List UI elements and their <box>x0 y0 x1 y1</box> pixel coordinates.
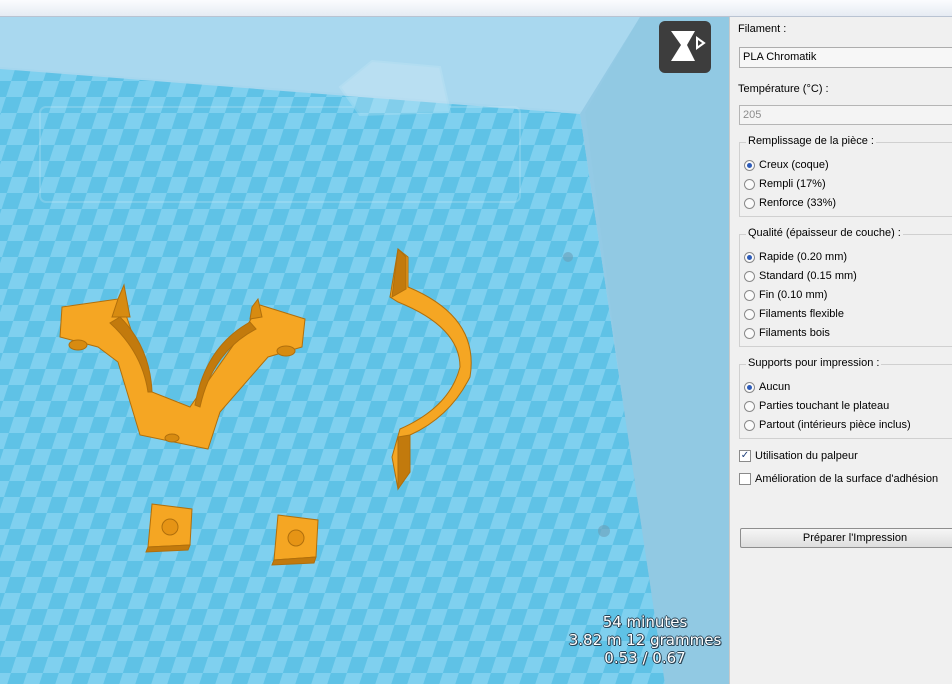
quality-option-flexible[interactable]: Filaments flexible <box>744 306 844 322</box>
radio-icon[interactable] <box>744 251 755 263</box>
part-nut-2 <box>271 514 319 566</box>
radio-icon[interactable] <box>744 381 755 393</box>
adhesion-checkbox-row[interactable]: Amélioration de la surface d'adhésion <box>739 471 938 487</box>
radio-icon[interactable] <box>744 400 755 412</box>
supports-option-everywhere[interactable]: Partout (intérieurs pièce inclus) <box>744 417 911 433</box>
adhesion-label: Amélioration de la surface d'adhésion <box>755 473 939 485</box>
app-logo-icon[interactable] <box>659 21 711 73</box>
radio-icon[interactable] <box>744 308 755 320</box>
quality-option-standard[interactable]: Standard (0.15 mm) <box>744 268 857 284</box>
probe-label: Utilisation du palpeur <box>755 450 858 462</box>
infill-option-hollow[interactable]: Creux (coque) <box>744 157 829 173</box>
radio-icon[interactable] <box>744 270 755 282</box>
filament-label: Filament : <box>738 23 787 35</box>
filament-select[interactable]: PLA Chromatik <box>739 47 952 68</box>
quality-option-wood[interactable]: Filaments bois <box>744 325 830 341</box>
window-title-bar <box>0 0 952 17</box>
radio-icon[interactable] <box>744 327 755 339</box>
print-ratio: 0.53 / 0.67 <box>604 649 686 667</box>
radio-icon[interactable] <box>744 178 755 190</box>
checkbox-checked-icon[interactable]: ✓ <box>739 450 751 462</box>
checkbox-icon[interactable] <box>739 473 751 485</box>
infill-option-filled[interactable]: Rempli (17%) <box>744 176 826 192</box>
infill-title: Remplissage de la pièce : <box>746 135 876 147</box>
radio-icon[interactable] <box>744 419 755 431</box>
radio-icon[interactable] <box>744 159 755 171</box>
radio-icon[interactable] <box>744 197 755 209</box>
part-nut-1 <box>145 503 193 553</box>
prepare-print-button[interactable]: Préparer l'Impression <box>740 528 952 548</box>
3d-viewport[interactable]: 54 minutes 3.82 m 12 grammes 0.53 / 0.67 <box>0 17 729 684</box>
quality-group: Qualité (épaisseur de couche) : Rapide (… <box>739 227 952 347</box>
build-plate <box>0 69 665 684</box>
quality-option-fast[interactable]: Rapide (0.20 mm) <box>744 249 847 265</box>
supports-title: Supports pour impression : <box>746 357 882 369</box>
supports-option-none[interactable]: Aucun <box>744 379 790 395</box>
supports-group: Supports pour impression : Aucun Parties… <box>739 357 952 439</box>
radio-icon[interactable] <box>744 289 755 301</box>
build-plate-scene <box>0 17 729 684</box>
temperature-label: Température (°C) : <box>738 83 829 95</box>
quality-title: Qualité (épaisseur de couche) : <box>746 227 903 239</box>
infill-option-reinforced[interactable]: Renforce (33%) <box>744 195 836 211</box>
temperature-field[interactable]: 205 <box>739 105 952 125</box>
print-estimate: 54 minutes 3.82 m 12 grammes 0.53 / 0.67 <box>560 613 729 667</box>
supports-option-plate[interactable]: Parties touchant le plateau <box>744 398 889 414</box>
print-material: 3.82 m 12 grammes <box>568 631 722 649</box>
probe-checkbox-row[interactable]: ✓ Utilisation du palpeur <box>739 448 858 464</box>
print-time: 54 minutes <box>602 613 688 631</box>
infill-group: Remplissage de la pièce : Creux (coque) … <box>739 135 952 217</box>
quality-option-fine[interactable]: Fin (0.10 mm) <box>744 287 827 303</box>
settings-panel: Filament : PLA Chromatik Température (°C… <box>729 17 952 684</box>
